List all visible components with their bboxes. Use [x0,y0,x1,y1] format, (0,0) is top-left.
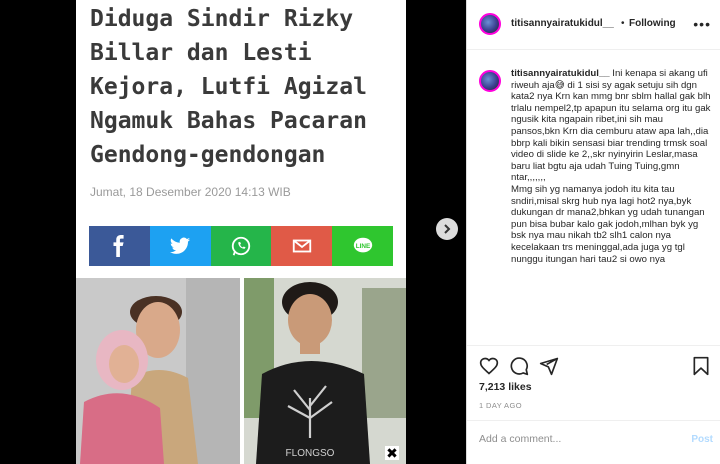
heart-icon[interactable] [479,356,499,376]
caption-text: Ini kenapa si akang ufi riweuh aja😅 di 1… [511,68,711,184]
post-username[interactable]: titisannyairatukidul__ [511,18,614,29]
close-icon[interactable]: ✖ [385,446,399,460]
screenshot-frame: Diduga Sindir Rizky Billar dan Lesti Kej… [0,0,720,464]
article-date: Jumat, 18 Desember 2020 14:13 WIB [90,185,291,199]
svg-text:LINE: LINE [355,243,370,250]
caption-avatar[interactable] [479,70,501,92]
comment-bar: Post [467,420,720,464]
line-icon: LINE [353,237,372,253]
post-caption: titisannyairatukidul__ Ini kenapa si aka… [511,68,711,265]
bookmark-icon[interactable] [691,356,711,376]
email-icon [292,239,311,253]
post-comment-button[interactable]: Post [691,434,713,445]
post-header: titisannyairatukidul__ • Following ••• [467,0,720,50]
likes-count[interactable]: 7,213 likes [479,381,532,393]
comment-input[interactable] [479,433,679,445]
article-headline: Diduga Sindir Rizky Billar dan Lesti Kej… [90,6,367,168]
action-bar [467,345,720,385]
share-icon[interactable] [539,356,559,376]
share-facebook-button[interactable] [89,226,150,266]
couple-photo-icon [76,278,240,464]
following-button[interactable]: Following [629,18,676,29]
photo-couple [76,278,240,464]
caption-username[interactable]: titisannyairatukidul__ [511,68,610,79]
post-date: 1 DAY AGO [479,401,522,410]
caption-area[interactable]: titisannyairatukidul__ Ini kenapa si aka… [467,50,720,340]
share-email-button[interactable] [271,226,333,266]
avatar[interactable] [479,13,501,35]
share-twitter-button[interactable] [149,226,211,266]
share-whatsapp-button[interactable] [210,226,272,266]
post-details-panel: titisannyairatukidul__ • Following ••• t… [466,0,720,464]
whatsapp-icon [231,236,251,256]
post-image: Diduga Sindir Rizky Billar dan Lesti Kej… [76,0,406,464]
share-line-button[interactable]: LINE [332,226,393,266]
chevron-right-icon [444,224,451,234]
more-options-icon[interactable]: ••• [693,16,711,32]
next-slide-button[interactable] [436,218,458,240]
man-photo-icon: FLONGSO [244,278,406,464]
facebook-icon [113,235,124,257]
shirt-text: FLONGSO [286,448,335,459]
separator-dot: • [621,18,625,29]
caption-text-2: Mmg sih yg namanya jodoh itu kita tau sn… [511,183,705,265]
twitter-icon [170,237,191,254]
share-buttons: LINE [89,226,393,266]
photo-man: FLONGSO [244,278,406,464]
comment-icon[interactable] [509,356,529,376]
